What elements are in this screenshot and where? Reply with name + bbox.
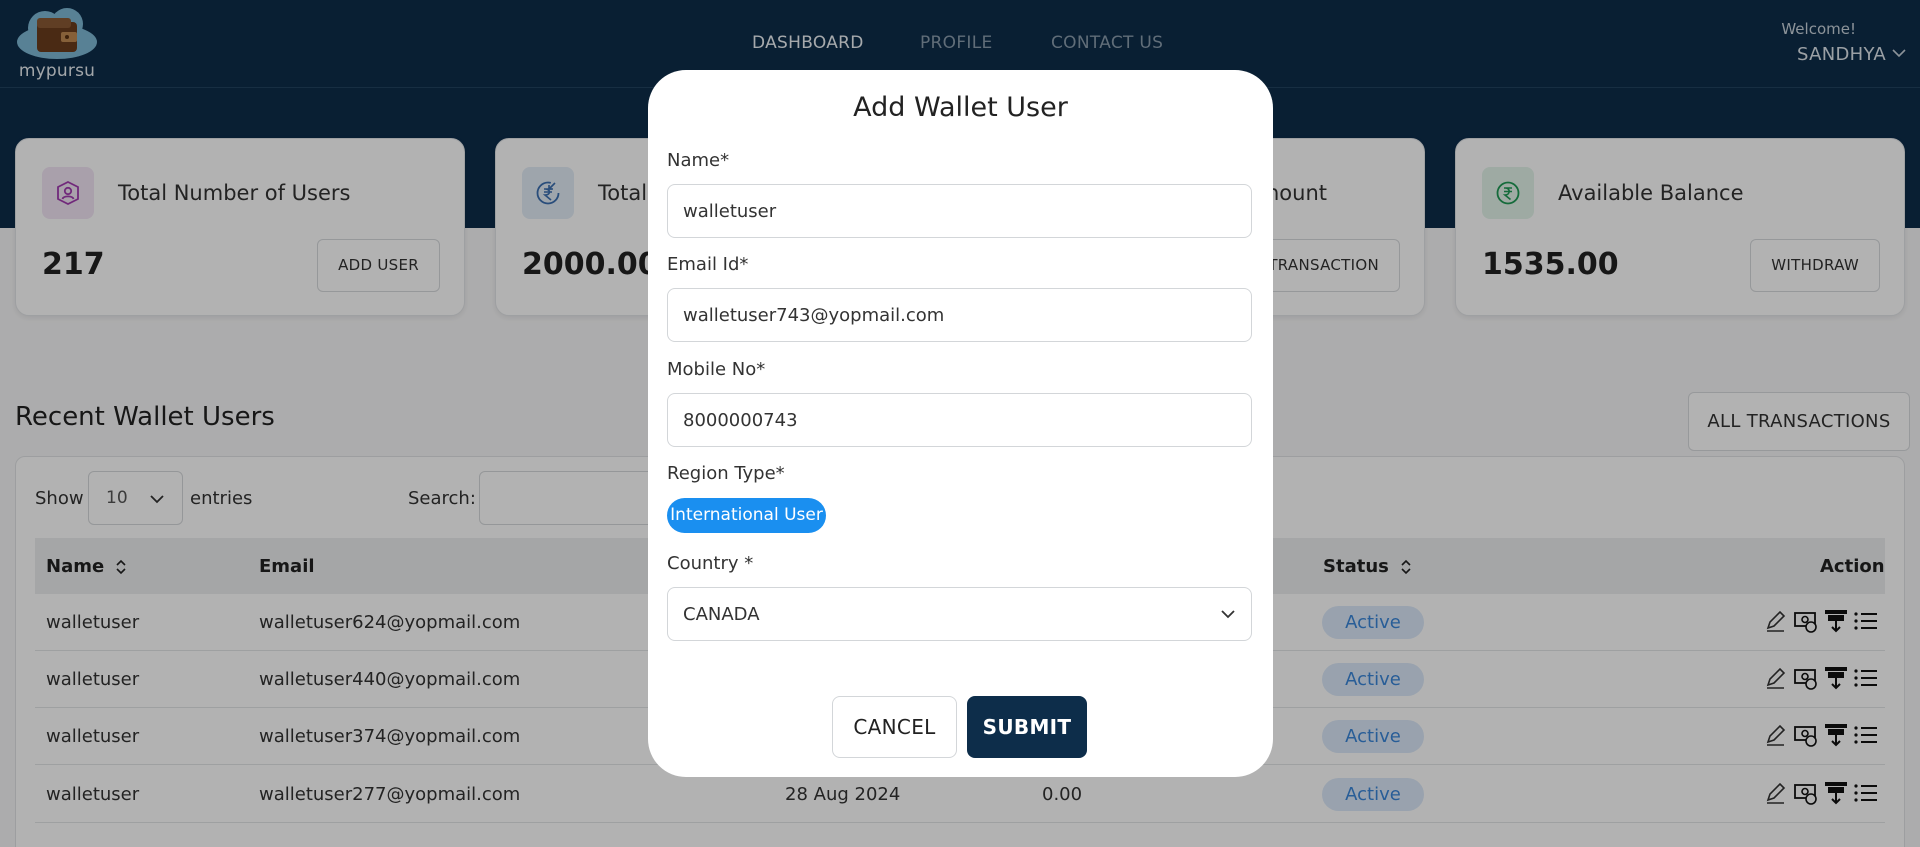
- country-select-value: CANADA: [683, 604, 760, 625]
- add-wallet-user-modal: Add Wallet User Name* walletuser Email I…: [648, 70, 1273, 777]
- country-label: Country *: [667, 553, 754, 574]
- chevron-down-icon: [1221, 610, 1235, 619]
- name-field[interactable]: walletuser: [667, 184, 1252, 238]
- email-label: Email Id*: [667, 254, 749, 275]
- mobile-label: Mobile No*: [667, 359, 766, 380]
- name-field-value: walletuser: [683, 201, 777, 222]
- region-type-label: Region Type*: [667, 463, 785, 484]
- submit-button[interactable]: SUBMIT: [967, 696, 1087, 758]
- country-select[interactable]: CANADA: [667, 587, 1252, 641]
- cancel-button[interactable]: CANCEL: [832, 696, 957, 758]
- name-label: Name*: [667, 150, 730, 171]
- modal-title: Add Wallet User: [853, 92, 1068, 123]
- mobile-field[interactable]: 8000000743: [667, 393, 1252, 447]
- email-field[interactable]: walletuser743@yopmail.com: [667, 288, 1252, 342]
- mobile-field-value: 8000000743: [683, 410, 798, 431]
- email-field-value: walletuser743@yopmail.com: [683, 305, 945, 326]
- region-type-international-user[interactable]: International User: [667, 498, 826, 533]
